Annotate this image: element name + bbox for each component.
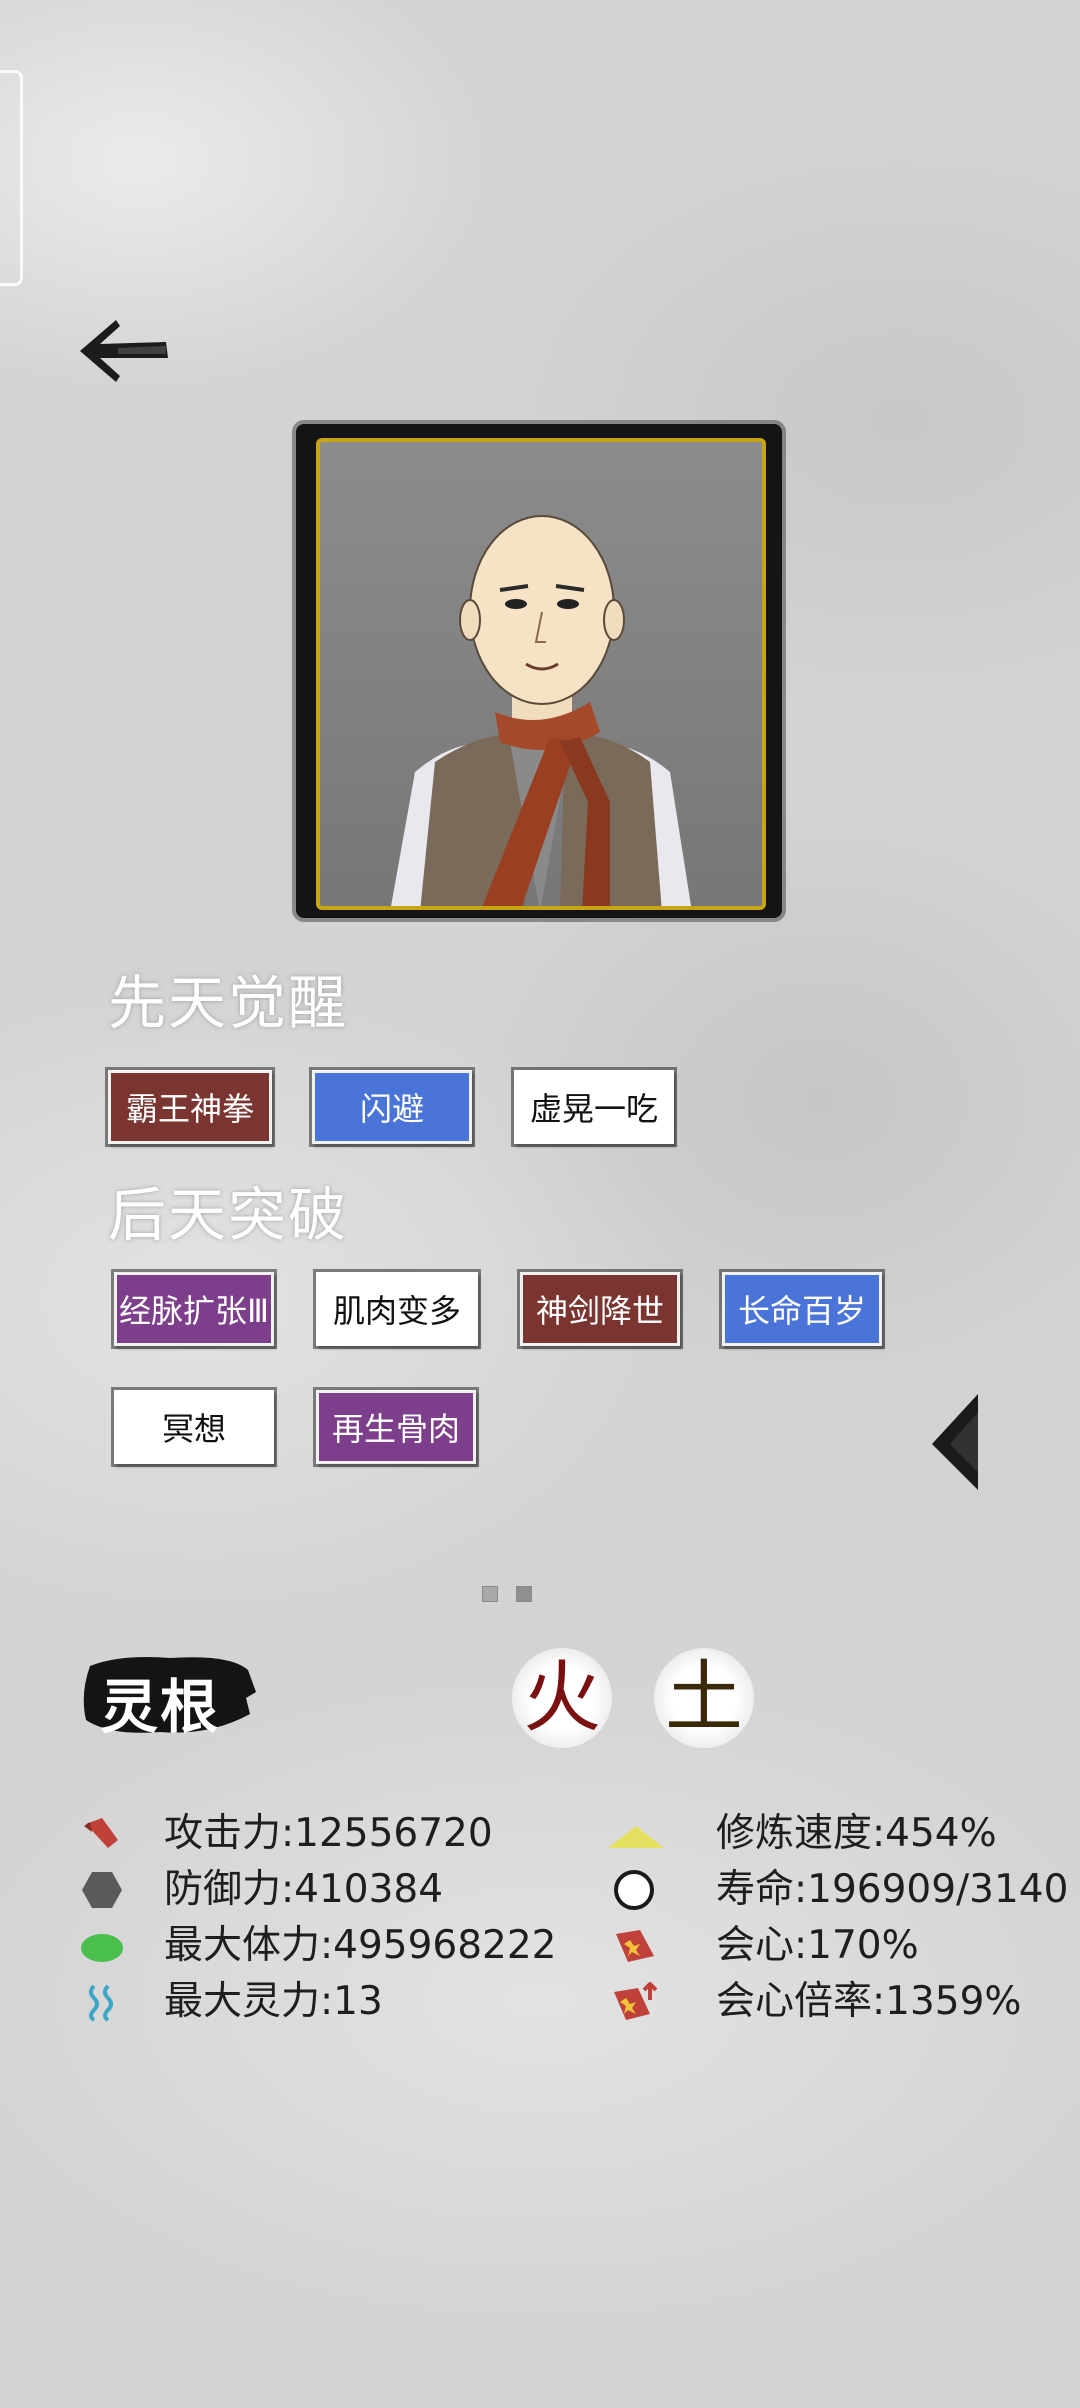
character-portrait-frame xyxy=(296,424,782,918)
stat-attack: 攻击力:12556720 xyxy=(80,1808,600,1860)
monk-avatar-image xyxy=(391,515,692,906)
stat-spirit: 最大灵力:13 xyxy=(80,1976,600,2028)
acquired-tag[interactable]: 冥想 xyxy=(111,1387,277,1467)
stat-cultivation-speed-text: 修炼速度:454% xyxy=(716,1811,997,1856)
element-fire: 火 xyxy=(512,1648,612,1748)
lifespan-icon xyxy=(614,1870,654,1910)
character-portrait xyxy=(316,438,766,910)
innate-tag[interactable]: 闪避 xyxy=(309,1067,475,1147)
side-panel-frame xyxy=(0,70,23,286)
innate-tag[interactable]: 霸王神拳 xyxy=(105,1067,275,1147)
stat-cultivation-speed: 修炼速度:454% xyxy=(606,1808,1080,1860)
critical-multiplier-icon xyxy=(614,1982,658,2020)
stat-lifespan-text: 寿命:196909/3140 xyxy=(716,1867,1069,1912)
attack-icon xyxy=(84,1818,118,1848)
page-indicator-dot-active[interactable] xyxy=(516,1586,532,1602)
stat-critical-multiplier: 会心倍率:1359% xyxy=(606,1976,1080,2028)
acquired-tag[interactable]: 肌肉变多 xyxy=(313,1269,481,1349)
element-fire-char: 火 xyxy=(522,1653,601,1743)
stat-health: 最大体力:495968222 xyxy=(80,1920,600,1972)
innate-tag[interactable]: 虚晃一吃 xyxy=(511,1067,677,1147)
cultivation-speed-icon xyxy=(608,1826,664,1848)
stat-defense: 防御力:410384 xyxy=(80,1864,600,1916)
stat-spirit-text: 最大灵力:13 xyxy=(164,1979,383,2024)
critical-icon xyxy=(616,1930,654,1962)
element-earth: 土 xyxy=(654,1648,754,1748)
acquired-tag[interactable]: 神剑降世 xyxy=(517,1269,683,1349)
back-arrow-icon[interactable] xyxy=(78,318,170,384)
stat-defense-text: 防御力:410384 xyxy=(164,1867,444,1912)
spirit-root-label: 灵根 xyxy=(100,1673,221,1741)
acquired-breakthrough-title: 后天突破 xyxy=(108,1181,349,1249)
stat-lifespan: 寿命:196909/3140 xyxy=(606,1864,1080,1916)
defense-icon xyxy=(82,1872,122,1908)
stat-critical: 会心:170% xyxy=(606,1920,1080,1972)
acquired-tag[interactable]: 再生骨肉 xyxy=(313,1387,479,1467)
page-left-arrow-icon[interactable] xyxy=(930,1392,980,1492)
stat-health-text: 最大体力:495968222 xyxy=(164,1923,557,1968)
acquired-tag[interactable]: 长命百岁 xyxy=(719,1269,885,1349)
page-indicator-dot[interactable] xyxy=(482,1586,498,1602)
stat-critical-multiplier-text: 会心倍率:1359% xyxy=(716,1979,1022,2024)
stat-attack-text: 攻击力:12556720 xyxy=(164,1811,493,1856)
element-earth-char: 土 xyxy=(664,1653,743,1743)
health-icon xyxy=(81,1934,123,1962)
stat-critical-text: 会心:170% xyxy=(716,1923,919,1968)
acquired-tag[interactable]: 经脉扩张Ⅲ xyxy=(111,1269,277,1349)
innate-awakening-title: 先天觉醒 xyxy=(108,969,349,1037)
spirit-icon xyxy=(89,1984,113,2022)
